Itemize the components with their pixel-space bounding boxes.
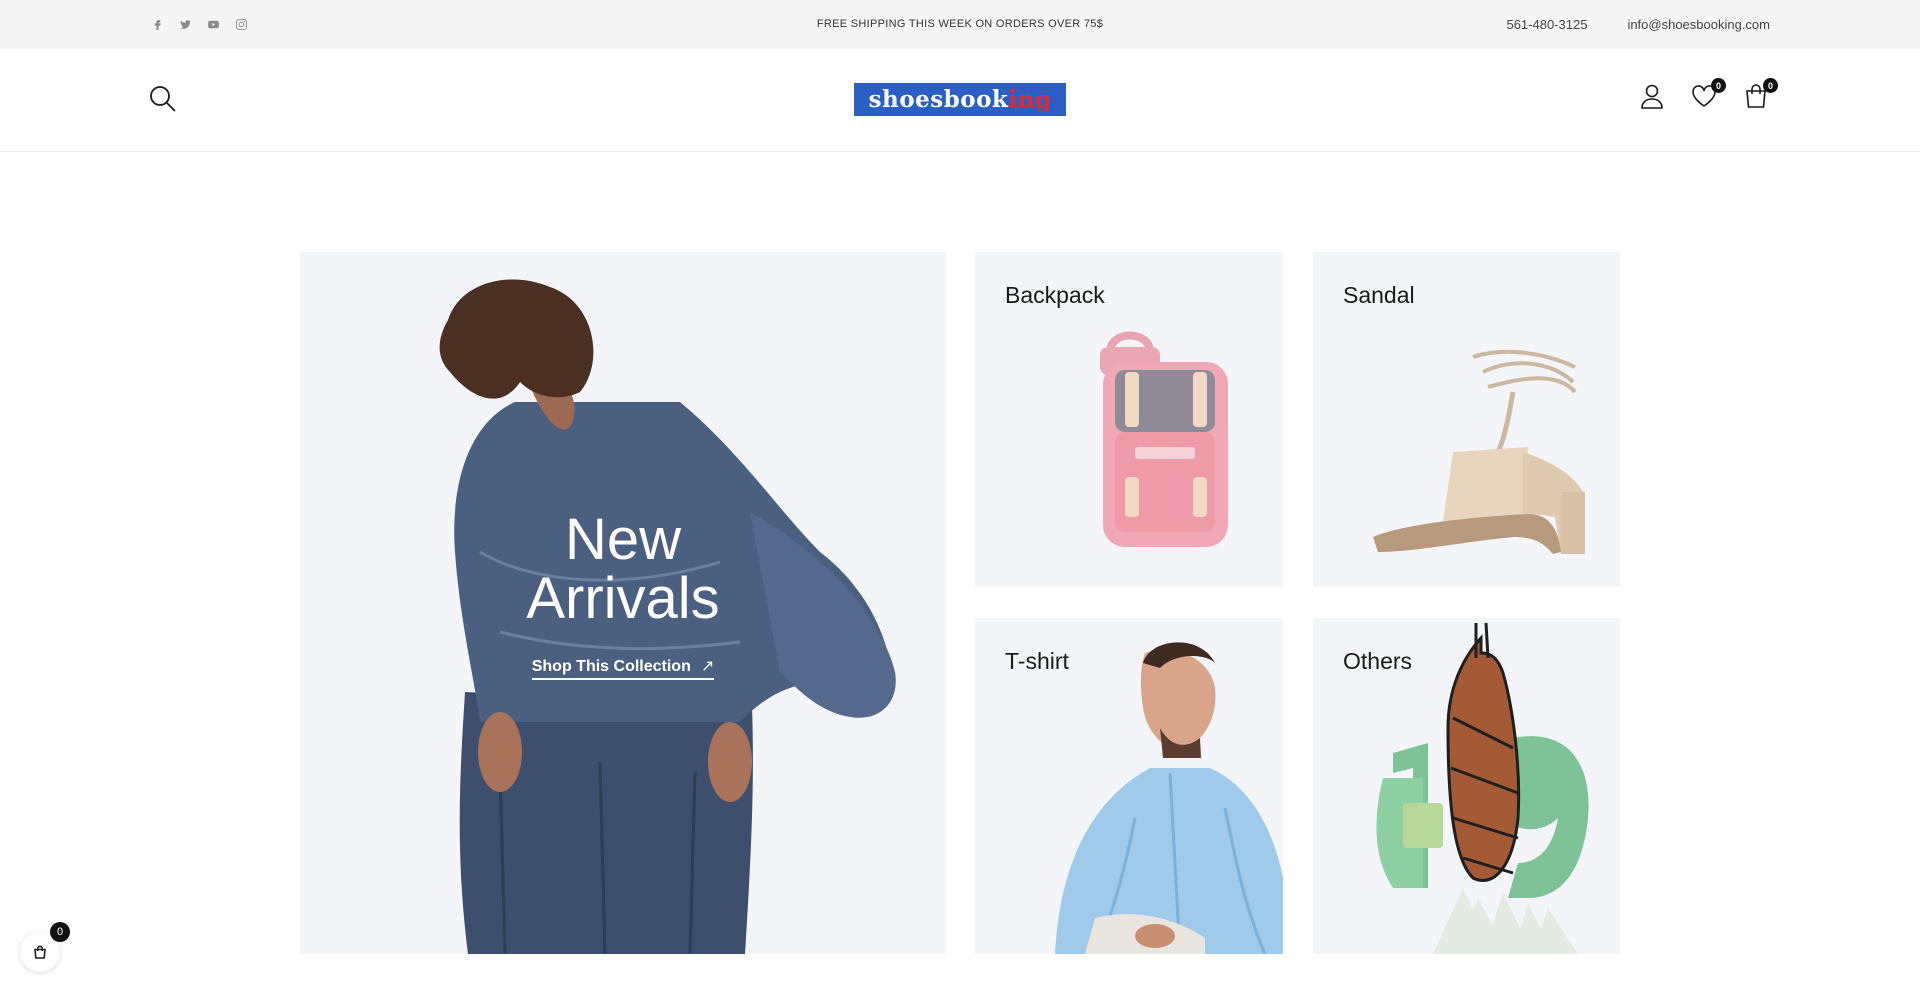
collection-title-sandal: Sandal <box>1343 282 1415 308</box>
site-logo[interactable]: shoesbook ing <box>854 83 1066 116</box>
shop-collection-label: Shop This Collection <box>531 658 691 676</box>
cart-count-badge: 0 <box>1763 78 1778 93</box>
site-header: shoesbook ing 0 0 <box>0 49 1920 152</box>
logo-text: shoesbook <box>868 86 1009 113</box>
collection-title-tshirt: T-shirt <box>1005 648 1069 674</box>
wishlist-button[interactable]: 0 <box>1690 78 1726 112</box>
collection-tile-tshirt[interactable]: T-shirt <box>975 618 1283 954</box>
floating-cart-count: 0 <box>50 922 70 942</box>
shopping-bag-icon <box>34 945 46 959</box>
hero-title-line1: New <box>564 507 682 572</box>
logo-accent-text: ing <box>1008 86 1052 113</box>
contact-info: 561-480-3125 info@shoesbooking.com <box>1506 17 1770 32</box>
collection-title-backpack: Backpack <box>1005 282 1105 308</box>
search-icon[interactable] <box>148 84 178 114</box>
phone-number[interactable]: 561-480-3125 <box>1506 17 1587 32</box>
hero-title-line2: Arrivals <box>526 566 720 632</box>
header-actions: 0 0 <box>1638 78 1778 112</box>
email-address[interactable]: info@shoesbooking.com <box>1627 17 1770 32</box>
hero-title: New Arrivals <box>300 510 946 628</box>
new-arrivals-banner[interactable]: New Arrivals Shop This Collection ↗ <box>300 252 946 954</box>
shop-collection-link[interactable]: Shop This Collection ↗ <box>531 656 715 681</box>
cart-button[interactable]: 0 <box>1742 78 1778 112</box>
top-bar: FREE SHIPPING THIS WEEK ON ORDERS OVER 7… <box>0 0 1920 49</box>
account-icon[interactable] <box>1638 82 1668 112</box>
floating-cart-button[interactable]: 0 <box>20 922 70 972</box>
collection-tile-sandal[interactable]: Sandal <box>1313 252 1620 587</box>
arrow-up-right-icon: ↗ <box>700 658 715 676</box>
collection-title-others: Others <box>1343 648 1413 674</box>
hero-text: New Arrivals Shop This Collection ↗ <box>300 510 946 681</box>
collection-tile-backpack[interactable]: Backpack <box>975 252 1283 587</box>
wishlist-count-badge: 0 <box>1711 78 1726 93</box>
collection-tile-others[interactable]: Others <box>1313 618 1620 954</box>
